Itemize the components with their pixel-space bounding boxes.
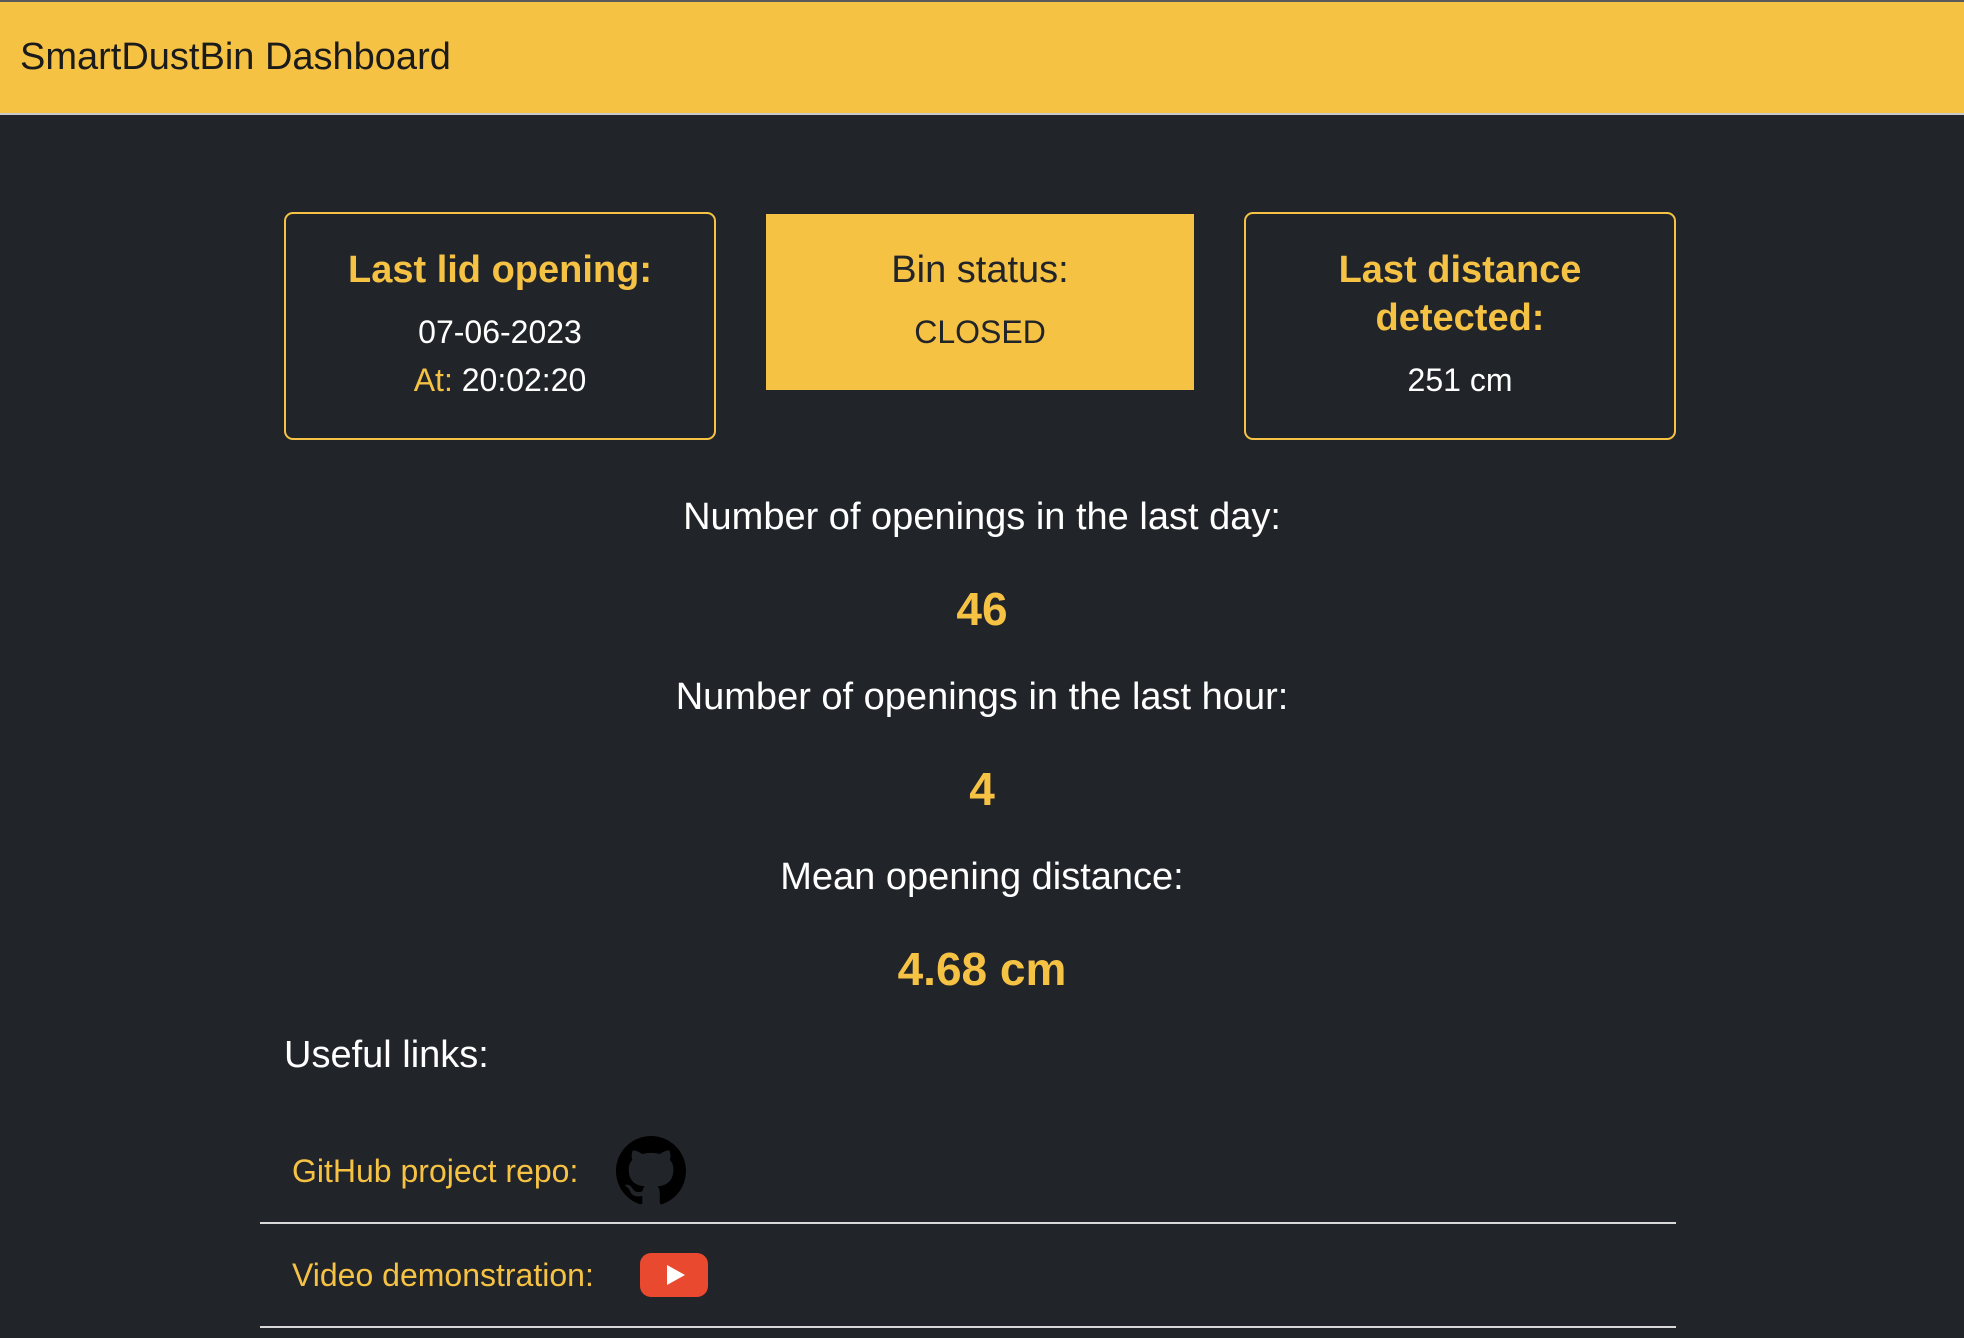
mean-opening-distance-label: Mean opening distance: [780, 856, 1184, 898]
bin-status-card: Bin status: CLOSED [766, 214, 1194, 390]
useful-links-heading: Useful links: [284, 1034, 489, 1076]
last-lid-opening-title: Last lid opening: [348, 249, 652, 291]
openings-last-hour-label: Number of openings in the last hour: [675, 676, 1289, 718]
navbar: SmartDustBin Dashboard [0, 0, 1964, 115]
video-demonstration-link[interactable]: Video demonstration: [292, 1257, 594, 1294]
bin-status-title: Bin status: [891, 249, 1069, 291]
openings-last-hour-value: 4 [969, 763, 995, 815]
last-lid-opening-card: Last lid opening: 07-06-2023 At: 20:02:2… [284, 212, 716, 440]
last-lid-opening-time: 20:02:20 [461, 362, 587, 398]
last-distance-title-line1: Last distance [1338, 249, 1582, 291]
last-distance-value: 251 cm [1407, 362, 1513, 398]
github-icon[interactable] [616, 1136, 687, 1206]
last-lid-opening-time-row: At: 20:02:20 [286, 356, 714, 404]
youtube-icon[interactable] [639, 1253, 708, 1297]
openings-last-day-label: Number of openings in the last day: [683, 496, 1281, 538]
last-distance-card: Last distance detected: 251 cm [1244, 212, 1676, 440]
last-lid-opening-date: 07-06-2023 [418, 314, 582, 350]
at-label: At: [413, 362, 453, 398]
brand-title[interactable]: SmartDustBin Dashboard [20, 36, 451, 79]
openings-last-day-value: 46 [956, 583, 1008, 635]
link-row-github: GitHub project repo: [260, 1120, 1676, 1224]
last-distance-title-line2: detected: [1375, 297, 1545, 339]
bin-status-value: CLOSED [914, 314, 1046, 350]
link-row-video: Video demonstration: [260, 1224, 1676, 1328]
github-link[interactable]: GitHub project repo: [292, 1153, 578, 1190]
mean-opening-distance-value: 4.68 cm [897, 943, 1067, 995]
